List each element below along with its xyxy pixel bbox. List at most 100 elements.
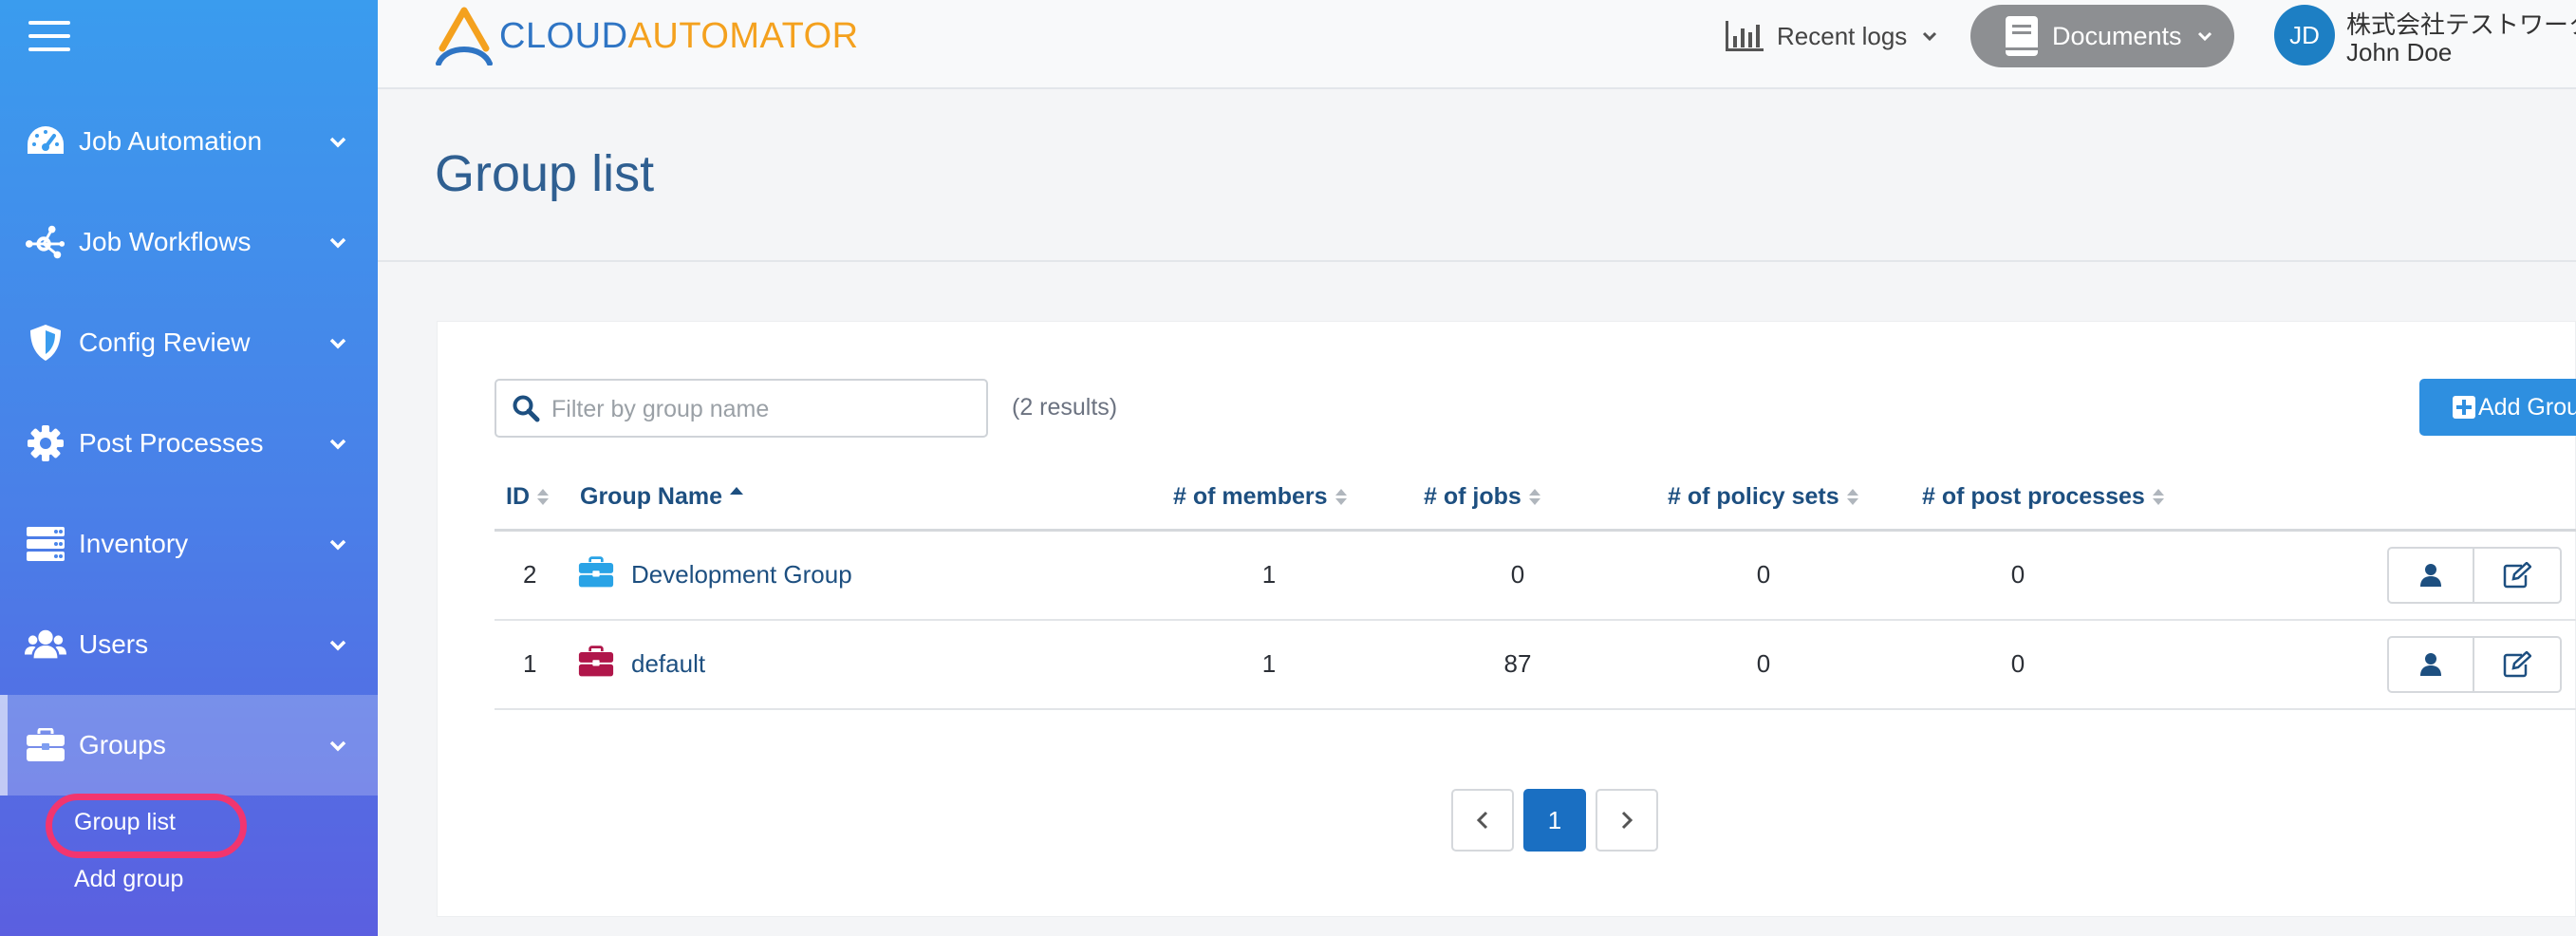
results-count: (2 results) [1012, 394, 1118, 421]
column-header-label: # of policy sets [1668, 483, 1839, 510]
briefcase-icon [25, 724, 66, 766]
edit-icon [2503, 562, 2531, 589]
chevron-down-icon [329, 539, 346, 551]
page-button-current[interactable]: 1 [1523, 789, 1586, 852]
logo[interactable]: CLOUDAUTOMATOR [435, 7, 859, 66]
members-button[interactable] [2387, 636, 2474, 693]
sort-ascending-icon [730, 486, 744, 496]
server-icon [25, 523, 66, 565]
column-header-id[interactable]: ID [506, 483, 549, 511]
chevron-down-icon [329, 137, 346, 148]
cell-id: 1 [523, 649, 537, 678]
workflow-icon [25, 221, 66, 263]
column-header-policy-sets[interactable]: # of policy sets [1668, 483, 1858, 511]
column-header-group-name[interactable]: Group Name [580, 483, 744, 511]
pagination: 1 [1451, 789, 1668, 852]
table-row: 2 Development Group 1 0 0 0 [495, 532, 2576, 621]
page-title: Group list [435, 145, 655, 202]
logo-text-cloud: CLOUD [499, 15, 628, 56]
briefcase-icon [578, 556, 614, 588]
logo-text-automator: AUTOMATOR [627, 15, 859, 56]
recent-logs-dropdown[interactable]: Recent logs [1724, 17, 1939, 55]
cell-jobs: 87 [1503, 649, 1532, 678]
cell-members: 1 [1261, 649, 1277, 678]
gear-icon [25, 422, 66, 464]
sidebar-item-job-automation[interactable]: Job Automation [0, 91, 378, 192]
sidebar-item-post-processes[interactable]: Post Processes [0, 393, 378, 494]
company-name: 株式会社テストワーク [2346, 10, 2576, 39]
top-bar: CLOUDAUTOMATOR Recent logs Documents JD … [378, 0, 2576, 89]
plus-square-icon [2453, 396, 2475, 419]
sidebar-item-groups[interactable]: Groups [0, 695, 378, 796]
sort-icon [537, 488, 549, 506]
chevron-down-icon [329, 338, 346, 349]
sidebar-item-config-review[interactable]: Config Review [0, 292, 378, 393]
column-header-members[interactable]: # of members [1173, 483, 1347, 511]
table-row: 1 default 1 87 0 0 [495, 621, 2576, 710]
sidebar: Job Automation Job Workflows Config Revi… [0, 0, 378, 936]
logo-icon [436, 7, 493, 66]
column-header-jobs[interactable]: # of jobs [1424, 483, 1540, 511]
group-name-link[interactable]: Development Group [631, 560, 852, 590]
user-icon [2420, 653, 2441, 676]
column-header-post-processes[interactable]: # of post processes [1922, 483, 2164, 511]
filter-box[interactable] [495, 379, 988, 438]
avatar[interactable]: JD [2274, 5, 2335, 66]
row-actions [2387, 547, 2576, 604]
briefcase-icon [578, 646, 614, 677]
column-header-label: Group Name [580, 483, 723, 510]
sort-icon [2152, 488, 2164, 506]
group-list-card: (2 results) Add Group ID Group Name # of… [437, 321, 2576, 917]
members-button[interactable] [2387, 547, 2474, 604]
group-name-link[interactable]: default [631, 649, 705, 679]
chevron-right-icon [1621, 811, 1633, 830]
users-icon [25, 624, 66, 665]
documents-label: Documents [2052, 21, 2182, 50]
chevron-down-icon [329, 740, 346, 752]
submenu-add-group[interactable]: Add group [74, 866, 183, 893]
page-header: Group list [378, 91, 2576, 262]
chevron-down-icon [329, 640, 346, 651]
edit-button[interactable] [2474, 547, 2562, 604]
sidebar-item-inventory[interactable]: Inventory [0, 494, 378, 594]
edit-button[interactable] [2474, 636, 2562, 693]
sidebar-item-label: Job Automation [79, 126, 263, 156]
sort-icon [1846, 488, 1858, 506]
sort-icon [1528, 488, 1540, 506]
hamburger-menu-icon[interactable] [28, 21, 70, 53]
user-name: John Doe [2346, 38, 2453, 66]
sidebar-item-label: Job Workflows [79, 227, 252, 256]
search-icon [513, 395, 540, 422]
chevron-down-icon [329, 237, 346, 249]
sidebar-item-label: Inventory [79, 529, 189, 558]
row-actions [2387, 636, 2576, 693]
cell-policy-sets: 0 [1756, 649, 1771, 678]
cell-jobs: 0 [1510, 560, 1525, 589]
highlight-annotation [46, 794, 247, 858]
add-group-button[interactable]: Add Group [2419, 379, 2576, 436]
column-header-label: # of members [1173, 483, 1328, 510]
chevron-down-icon [2197, 31, 2212, 42]
column-header-label: # of jobs [1424, 483, 1521, 510]
sidebar-item-users[interactable]: Users [0, 594, 378, 695]
sidebar-item-label: Config Review [79, 328, 251, 357]
recent-logs-label: Recent logs [1777, 21, 1908, 50]
column-header-label: ID [506, 483, 530, 510]
chevron-down-icon [1923, 31, 1937, 42]
cell-members: 1 [1261, 560, 1277, 589]
dashboard-icon [25, 121, 66, 162]
sidebar-item-label: Users [79, 629, 149, 659]
filter-input[interactable] [551, 390, 979, 428]
chevron-down-icon [329, 439, 346, 450]
sidebar-item-job-workflows[interactable]: Job Workflows [0, 192, 378, 292]
column-header-label: # of post processes [1922, 483, 2145, 510]
cell-post-processes: 0 [2010, 649, 2025, 678]
sort-icon [1335, 488, 1347, 506]
next-page-button[interactable] [1596, 789, 1658, 852]
documents-button[interactable]: Documents [1970, 5, 2234, 67]
book-icon [2006, 16, 2038, 56]
cell-id: 2 [523, 560, 537, 589]
chevron-left-icon [1476, 811, 1488, 830]
cell-policy-sets: 0 [1756, 560, 1771, 589]
prev-page-button[interactable] [1451, 789, 1514, 852]
